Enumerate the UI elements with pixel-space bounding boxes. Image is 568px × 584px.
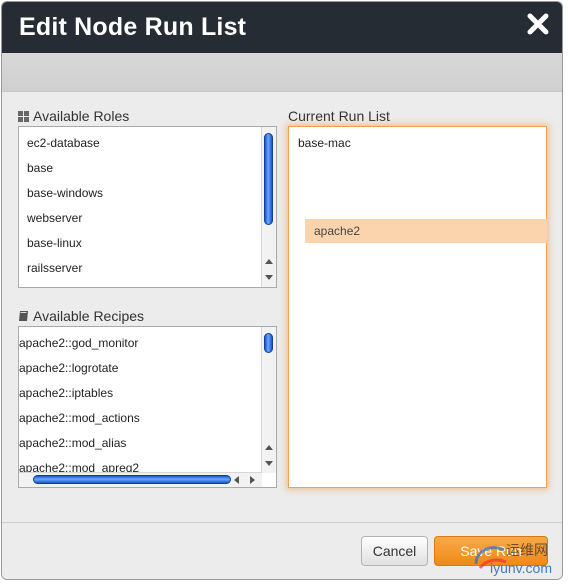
- dialog-header: Edit Node Run List: [2, 2, 562, 53]
- current-run-list[interactable]: base-mac: [288, 126, 547, 488]
- available-recipes-label: Available Recipes: [33, 308, 145, 324]
- list-item[interactable]: base-mac: [298, 136, 351, 150]
- list-item[interactable]: apache2::god_monitor: [19, 336, 138, 350]
- recipes-vertical-scrollbar[interactable]: [261, 327, 276, 473]
- watermark-url: iyunv.com: [490, 560, 552, 576]
- available-roles-label: Available Roles: [33, 108, 130, 124]
- list-item[interactable]: base: [27, 161, 53, 175]
- list-item[interactable]: apache2::logrotate: [19, 361, 118, 375]
- available-roles-heading: Available Roles: [18, 108, 129, 124]
- roles-vertical-scrollbar[interactable]: [261, 127, 276, 287]
- list-item[interactable]: apache2::iptables: [19, 386, 113, 400]
- list-item[interactable]: apache2::mod_actions: [19, 411, 140, 425]
- dialog-title: Edit Node Run List: [19, 13, 247, 41]
- available-recipes-list[interactable]: apache2::god_monitor apache2::logrotate …: [18, 326, 277, 488]
- available-roles-list[interactable]: ec2-database base base-windows webserver…: [18, 126, 277, 288]
- scroll-left-arrow-icon[interactable]: [234, 476, 239, 484]
- current-run-list-label: Current Run List: [288, 108, 390, 124]
- scroll-up-arrow-icon[interactable]: [265, 445, 273, 450]
- scroll-down-arrow-icon[interactable]: [265, 461, 273, 466]
- list-item[interactable]: apache2::mod_alias: [19, 436, 126, 450]
- scroll-right-arrow-icon[interactable]: [250, 476, 255, 484]
- recipes-scroll-thumb[interactable]: [264, 333, 273, 353]
- book-icon: [19, 311, 28, 321]
- scroll-down-arrow-icon[interactable]: [265, 275, 273, 280]
- list-item[interactable]: base-windows: [27, 186, 103, 200]
- current-run-list-heading: Current Run List: [288, 108, 390, 124]
- dialog-toolbar-strip: [2, 53, 562, 92]
- list-item[interactable]: ec2-database: [27, 136, 100, 150]
- list-item[interactable]: webserver: [27, 211, 82, 225]
- watermark: 运维网 iyunv.com: [470, 538, 566, 582]
- close-icon[interactable]: [526, 12, 550, 36]
- list-item[interactable]: railsserver: [27, 261, 82, 275]
- scroll-up-arrow-icon[interactable]: [265, 259, 273, 264]
- dragging-run-list-item[interactable]: apache2: [305, 219, 547, 243]
- roles-scroll-thumb[interactable]: [264, 133, 273, 225]
- available-recipes-heading: Available Recipes: [18, 308, 144, 324]
- list-item[interactable]: base-linux: [27, 236, 82, 250]
- watermark-text: 运维网: [506, 542, 548, 558]
- cancel-button[interactable]: Cancel: [361, 536, 428, 566]
- grid-icon: [18, 110, 29, 122]
- recipes-horizontal-scrollbar[interactable]: [19, 472, 262, 487]
- recipes-hscroll-thumb[interactable]: [33, 475, 231, 484]
